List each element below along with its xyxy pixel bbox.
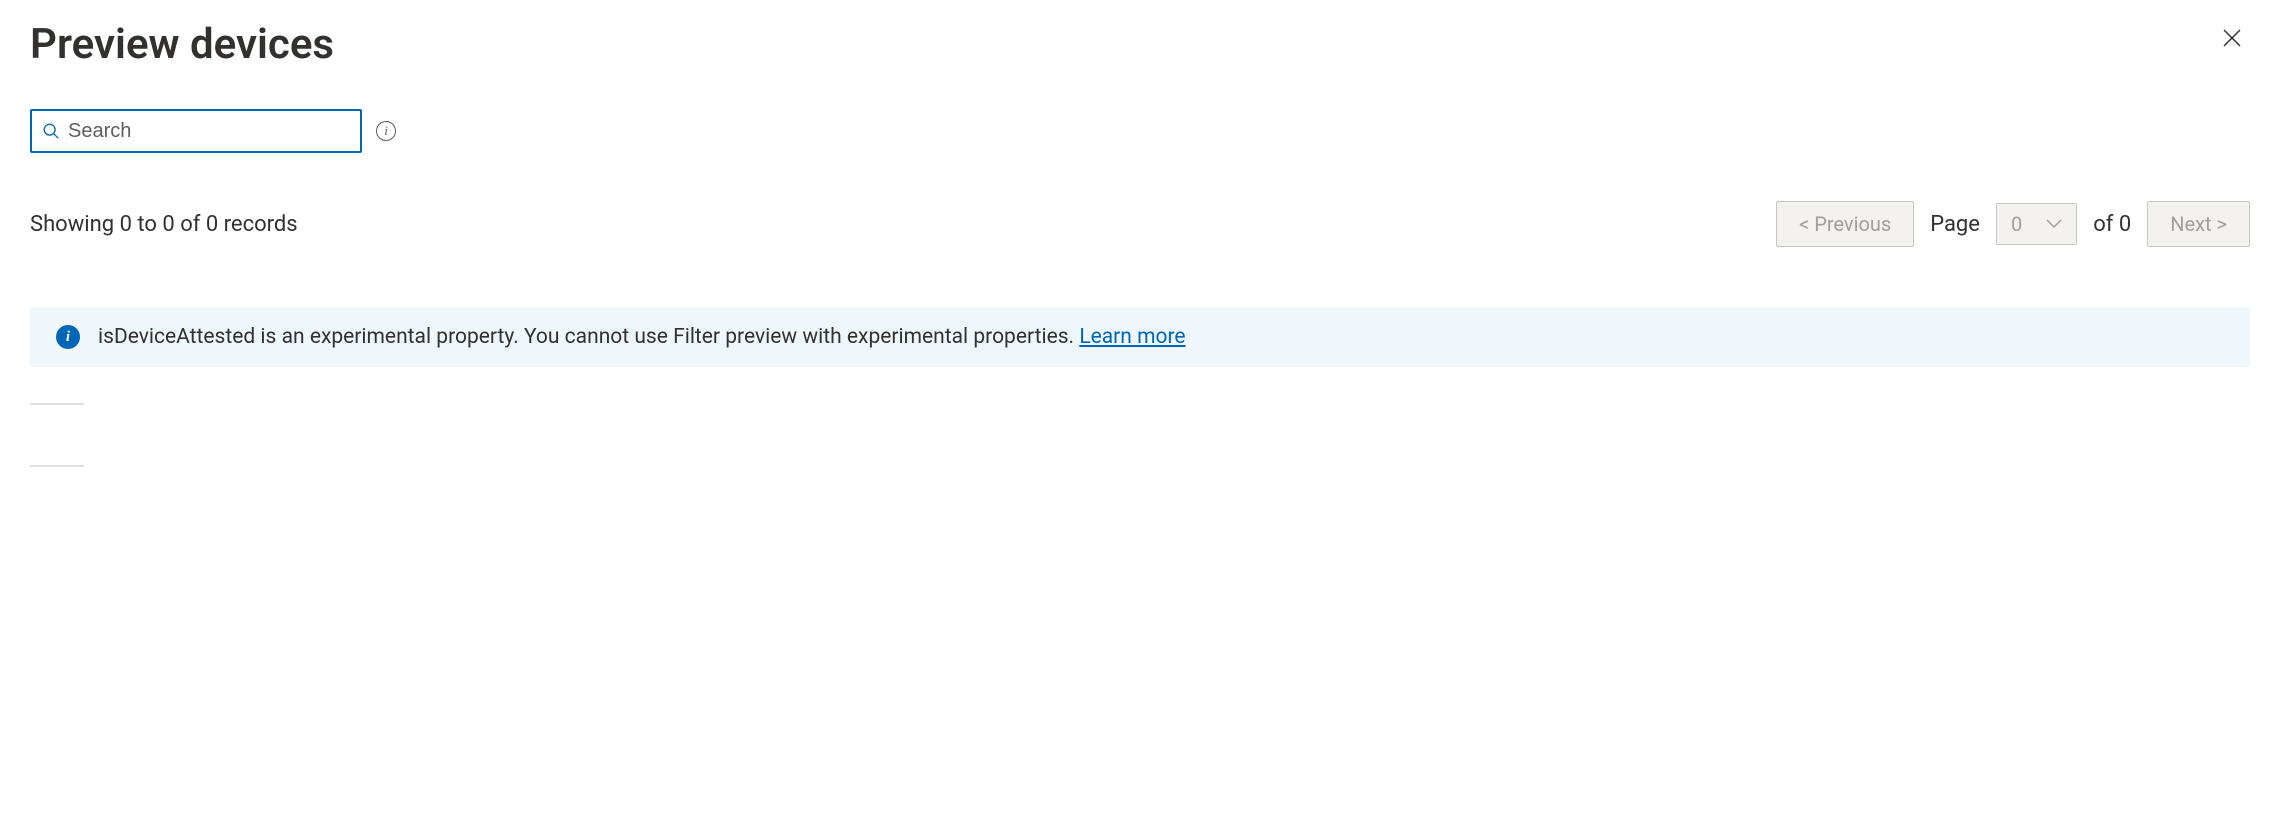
previous-button[interactable]: < Previous — [1776, 201, 1914, 247]
info-banner: i isDeviceAttested is an experimental pr… — [30, 307, 2250, 367]
close-icon — [2220, 38, 2244, 53]
search-input[interactable] — [68, 120, 350, 143]
results-summary: Showing 0 to 0 of 0 records — [30, 212, 298, 237]
separator — [30, 403, 84, 405]
close-button[interactable] — [2214, 20, 2250, 59]
info-icon[interactable]: i — [376, 121, 396, 141]
info-banner-message: isDeviceAttested is an experimental prop… — [98, 325, 1079, 349]
page-title: Preview devices — [30, 20, 334, 69]
page-select-value: 0 — [2011, 212, 2022, 236]
page-label: Page — [1930, 212, 1980, 237]
pagination: < Previous Page 0 of 0 Next > — [1776, 201, 2250, 247]
search-icon — [42, 122, 60, 140]
page-select[interactable]: 0 — [1996, 203, 2077, 245]
chevron-down-icon — [2046, 219, 2062, 229]
separator — [30, 465, 84, 467]
learn-more-link[interactable]: Learn more — [1079, 325, 1185, 349]
next-button[interactable]: Next > — [2147, 201, 2250, 247]
info-banner-icon: i — [56, 325, 80, 349]
info-banner-text: isDeviceAttested is an experimental prop… — [98, 325, 1186, 349]
of-label: of 0 — [2093, 212, 2131, 237]
search-box[interactable] — [30, 109, 362, 153]
